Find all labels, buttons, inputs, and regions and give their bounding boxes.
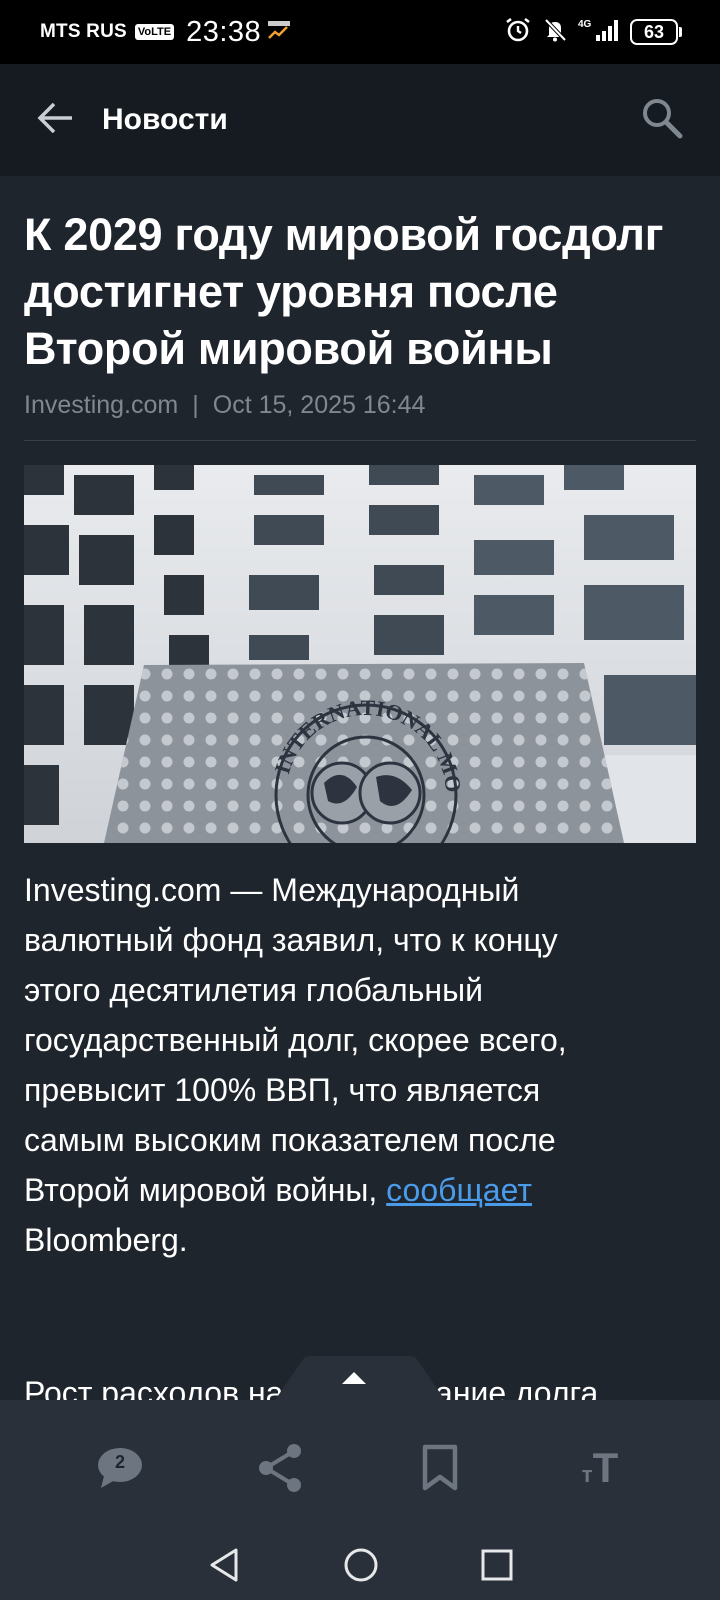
comment-count: 2 (114, 1452, 125, 1472)
article-image[interactable]: INTERNATIONAL MONETARY FUND (24, 465, 696, 843)
article-paragraph: Investing.com — Международный валютный ф… (24, 865, 696, 1265)
bell-off-icon (542, 17, 568, 48)
alarm-icon (504, 16, 532, 49)
article: К 2029 году мировой госдолг достигнет ур… (24, 176, 696, 1411)
bookmark-icon (422, 1444, 458, 1490)
headline-line: Второй мировой войны (24, 323, 553, 374)
source-link[interactable]: сообщает (386, 1172, 532, 1208)
article-headline: К 2029 году мировой госдолг достигнет ур… (24, 206, 696, 377)
article-date: Oct 15, 2025 16:44 (212, 391, 426, 419)
share-icon (259, 1443, 301, 1492)
paragraph-line: превысит 100% ВВП, что является (24, 1072, 541, 1108)
app-bar: Новости (0, 64, 720, 176)
paragraph-line: Bloomberg. (24, 1222, 188, 1258)
battery-level: 63 (630, 19, 678, 45)
comments-button[interactable]: 2 (80, 1428, 160, 1508)
nav-back-icon[interactable] (206, 1546, 242, 1589)
headline-line: достигнет уровня после (24, 266, 558, 317)
paragraph-line: Investing.com — Международный (24, 872, 520, 908)
font-size-button[interactable]: тT (560, 1428, 640, 1508)
divider (24, 440, 696, 441)
headline-line: К 2029 году мировой госдолг (24, 209, 664, 260)
font-size-icon: тT (581, 1443, 619, 1491)
arrow-left-icon[interactable] (36, 98, 76, 143)
paragraph-line: самым высоким показателем после (24, 1122, 556, 1158)
signal-4g-icon: 4G (578, 17, 620, 48)
paragraph-text: Второй мировой войны, (24, 1172, 387, 1208)
search-icon[interactable] (640, 96, 684, 145)
bottom-toolbar: 2 тT (0, 1400, 720, 1600)
nav-recents-icon[interactable] (480, 1548, 514, 1587)
article-meta: Investing.com | Oct 15, 2025 16:44 (24, 391, 696, 420)
share-button[interactable] (240, 1428, 320, 1508)
paragraph-line: государственный долг, скорее всего, (24, 1022, 567, 1058)
screen: MTS RUS VoLTE 23:38 4G 63 Новости К 2029… (0, 0, 720, 1600)
carrier-label: MTS RUS (40, 21, 127, 42)
paragraph-line: валютный фонд заявил, что к концу (24, 922, 558, 958)
article-source[interactable]: Investing.com (24, 391, 178, 420)
volte-badge: VoLTE (134, 24, 175, 40)
status-bar: MTS RUS VoLTE 23:38 4G 63 (0, 0, 720, 64)
meta-separator: | (192, 391, 199, 419)
system-nav-bar (0, 1535, 720, 1600)
nav-home-icon[interactable] (342, 1546, 380, 1589)
bookmark-button[interactable] (400, 1428, 480, 1508)
paragraph-line: этого десятилетия глобальный (24, 972, 483, 1008)
clock: 23:38 (186, 15, 262, 48)
investing-app-notification-icon (267, 18, 291, 47)
paragraph-line: Второй мировой войны, сообщает (24, 1165, 696, 1215)
svg-text:4G: 4G (578, 19, 592, 30)
page-title: Новости (102, 103, 228, 136)
battery-indicator: 63 (630, 19, 682, 45)
